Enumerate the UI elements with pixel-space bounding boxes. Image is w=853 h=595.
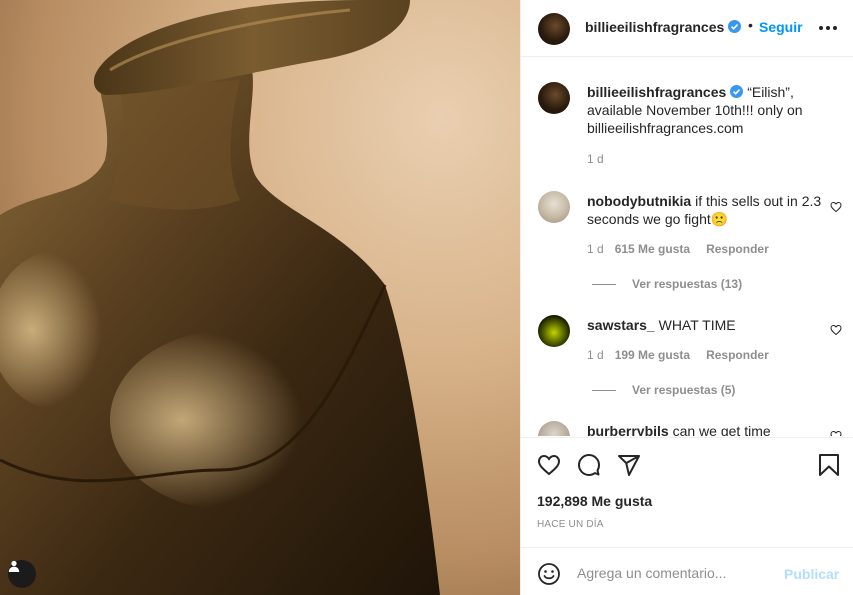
author-avatar[interactable] (538, 13, 570, 45)
comment-like-heart-icon[interactable] (830, 430, 842, 436)
view-replies-button[interactable]: Ver respuestas (5) (592, 383, 735, 397)
view-replies-label: Ver respuestas (5) (632, 383, 736, 397)
reply-button[interactable]: Responder (706, 348, 769, 362)
reply-button[interactable]: Responder (706, 242, 769, 256)
comment-username[interactable]: sawstars_ (587, 317, 655, 333)
replies-divider (592, 283, 616, 285)
post-image[interactable] (0, 0, 520, 595)
post-actions-section: 192,898 Me gusta HACE UN DÍA Publicar (521, 437, 853, 595)
author-username[interactable]: billieeilishfragrances (585, 19, 742, 35)
comments-list[interactable]: billieeilishfragrances “Eilish”, availab… (521, 58, 853, 436)
comment-age[interactable]: 1 d (587, 348, 604, 362)
comment-meta: 1 d 199 Me gusta Responder (587, 348, 769, 362)
view-replies-label: Ver respuestas (13) (632, 277, 743, 291)
comment-username[interactable]: nobodybutnikia (587, 193, 691, 209)
emoji-smiley-icon[interactable] (537, 562, 561, 586)
comment-text: can we get time (672, 423, 771, 436)
tagged-user-icon[interactable] (8, 560, 36, 588)
like-count[interactable]: 192,898 Me gusta (537, 493, 652, 509)
post-timestamp[interactable]: HACE UN DÍA (537, 519, 604, 530)
comment-body: burberrybils can we get time (587, 422, 827, 436)
commenter-avatar[interactable] (538, 315, 570, 347)
comment-like-heart-icon[interactable] (830, 201, 842, 213)
comment-input[interactable] (577, 562, 777, 584)
comment-username[interactable]: burberrybils (587, 423, 669, 436)
comment-likes[interactable]: 615 Me gusta (615, 242, 690, 256)
replies-divider (592, 389, 616, 391)
comment-meta: 1 d 615 Me gusta Responder (587, 242, 769, 256)
publish-button[interactable]: Publicar (784, 566, 839, 582)
commenter-avatar[interactable] (538, 191, 570, 223)
comment-text: WHAT TIME (658, 317, 736, 333)
like-heart-icon[interactable] (537, 453, 561, 477)
comment-bubble-icon[interactable] (577, 453, 601, 477)
comment-likes[interactable]: 199 Me gusta (615, 348, 690, 362)
caption-avatar[interactable] (538, 82, 570, 114)
caption-age[interactable]: 1 d (587, 152, 604, 166)
share-paper-plane-icon[interactable] (617, 453, 641, 477)
more-options-icon[interactable] (819, 26, 837, 30)
comment-like-heart-icon[interactable] (830, 324, 842, 336)
verified-badge-icon (728, 20, 742, 33)
comment-age[interactable]: 1 d (587, 242, 604, 256)
save-bookmark-icon[interactable] (818, 453, 840, 477)
comment-body: nobodybutnikia if this sells out in 2.3 … (587, 192, 827, 228)
view-replies-button[interactable]: Ver respuestas (13) (592, 277, 742, 291)
commenter-avatar[interactable] (538, 421, 570, 436)
post-side-panel: billieeilishfragrances • Seguir billieei… (520, 0, 853, 595)
caption: billieeilishfragrances “Eilish”, availab… (587, 83, 827, 137)
header-separator: • (748, 17, 753, 33)
comment-body: sawstars_ WHAT TIME (587, 316, 827, 334)
post-header: billieeilishfragrances • Seguir (521, 0, 853, 57)
caption-username[interactable]: billieeilishfragrances (587, 84, 744, 100)
follow-button[interactable]: Seguir (759, 19, 803, 35)
verified-badge-icon (730, 85, 744, 98)
add-comment-bar: Publicar (521, 547, 853, 595)
perfume-bottle-illustration (0, 0, 440, 595)
